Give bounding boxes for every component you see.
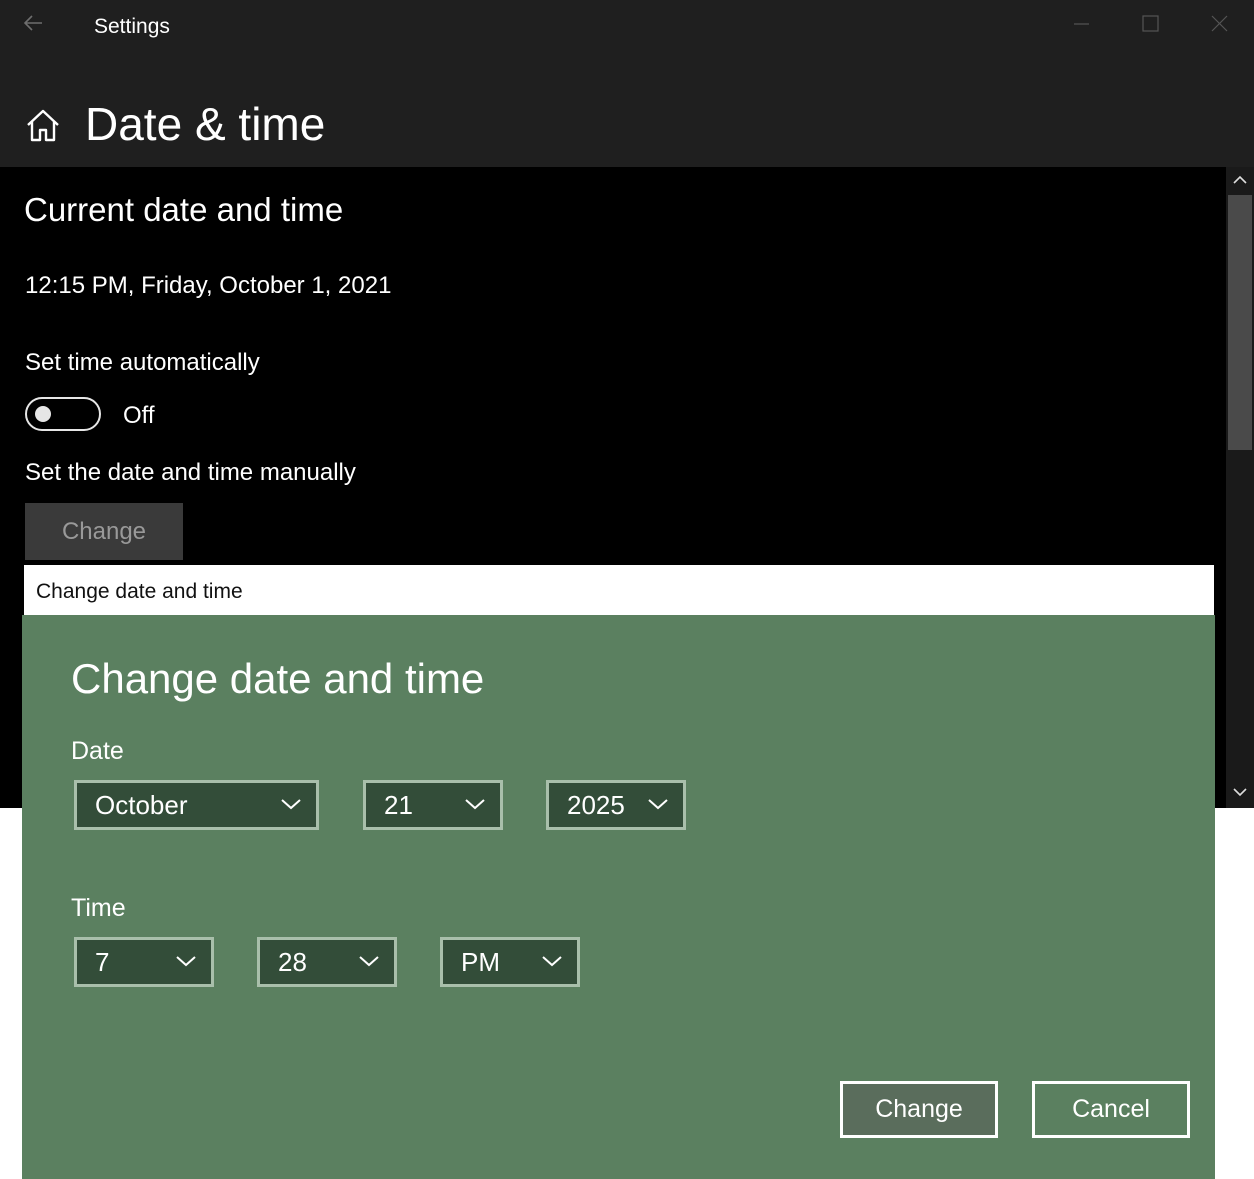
- change-datetime-dialog: Change date and time Change date and tim…: [22, 563, 1215, 1179]
- day-value: 21: [384, 790, 413, 820]
- title-bar: Settings Date & time: [0, 0, 1254, 167]
- page-title: Date & time: [85, 98, 326, 150]
- home-icon[interactable]: [24, 106, 62, 144]
- scrollbar-thumb[interactable]: [1228, 195, 1252, 450]
- year-value: 2025: [567, 790, 625, 820]
- chevron-down-icon: [359, 956, 379, 967]
- auto-time-state: Off: [123, 402, 155, 429]
- chevron-down-icon: [542, 956, 562, 967]
- scroll-up-icon[interactable]: [1232, 173, 1248, 187]
- manual-time-label: Set the date and time manually: [25, 459, 356, 486]
- chevron-down-icon: [648, 799, 668, 810]
- day-select[interactable]: 21: [363, 780, 503, 830]
- scrollbar[interactable]: [1226, 167, 1254, 808]
- manual-change-button[interactable]: Change: [25, 503, 183, 560]
- minimize-icon[interactable]: [1047, 0, 1115, 46]
- year-select[interactable]: 2025: [546, 780, 686, 830]
- ampm-value: PM: [461, 947, 500, 977]
- auto-time-toggle[interactable]: [25, 397, 101, 431]
- scroll-down-icon[interactable]: [1232, 785, 1248, 799]
- current-datetime: 12:15 PM, Friday, October 1, 2021: [25, 272, 392, 299]
- back-arrow-icon[interactable]: [18, 8, 48, 38]
- hour-select[interactable]: 7: [74, 937, 214, 987]
- dialog-heading: Change date and time: [71, 655, 485, 702]
- ampm-select[interactable]: PM: [440, 937, 580, 987]
- maximize-icon[interactable]: [1116, 0, 1184, 46]
- dialog-window-title: Change date and time: [36, 580, 243, 603]
- toggle-knob: [35, 406, 51, 422]
- dialog-title-bar: Change date and time: [24, 565, 1214, 615]
- chevron-down-icon: [465, 799, 485, 810]
- minute-select[interactable]: 28: [257, 937, 397, 987]
- month-value: October: [95, 790, 188, 820]
- cancel-button[interactable]: Cancel: [1032, 1081, 1190, 1138]
- minute-value: 28: [278, 947, 307, 977]
- change-button[interactable]: Change: [840, 1081, 998, 1138]
- chevron-down-icon: [176, 956, 196, 967]
- auto-time-label: Set time automatically: [25, 349, 260, 376]
- date-label: Date: [71, 737, 124, 765]
- close-icon[interactable]: [1185, 0, 1253, 46]
- app-title: Settings: [94, 15, 170, 38]
- hour-value: 7: [95, 947, 110, 977]
- chevron-down-icon: [281, 799, 301, 810]
- section-title: Current date and time: [24, 191, 344, 228]
- month-select[interactable]: October: [74, 780, 319, 830]
- time-label: Time: [71, 894, 126, 922]
